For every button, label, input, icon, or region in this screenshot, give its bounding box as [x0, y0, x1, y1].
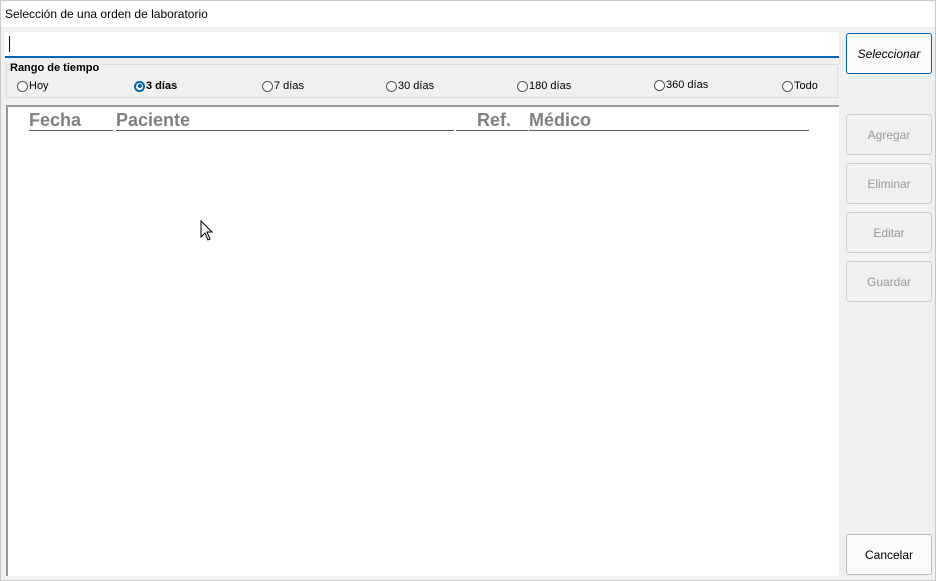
column-header-ref[interactable]: Ref.	[456, 109, 528, 131]
radio-180-dias[interactable]: 180 días	[517, 79, 571, 93]
radio-3-dias[interactable]: 3 días	[134, 79, 177, 93]
radio-label: 360 días	[666, 79, 709, 91]
radio-hoy[interactable]: Hoy	[17, 79, 49, 93]
radio-circle-icon	[517, 80, 528, 92]
radio-label: 7 días	[274, 80, 304, 92]
save-button[interactable]: Guardar	[846, 261, 932, 302]
radio-circle-icon	[782, 80, 793, 92]
select-button[interactable]: Seleccionar	[846, 33, 932, 74]
radio-360-dias[interactable]: 360 días	[654, 78, 708, 92]
radio-30-dias[interactable]: 30 días	[386, 79, 434, 93]
radio-circle-icon	[262, 80, 273, 92]
edit-button[interactable]: Editar	[846, 212, 932, 253]
radio-7-dias[interactable]: 7 días	[262, 79, 304, 93]
column-header-paciente[interactable]: Paciente	[116, 109, 454, 131]
radio-circle-icon	[654, 79, 665, 91]
radio-label: Hoy	[29, 80, 49, 92]
add-button[interactable]: Agregar	[846, 114, 932, 155]
radio-circle-icon	[386, 80, 397, 92]
radio-checked-icon	[134, 80, 145, 92]
radio-circle-icon	[17, 80, 28, 92]
search-input[interactable]	[5, 32, 839, 58]
column-header-medico[interactable]: Médico	[529, 109, 809, 131]
radio-label: 30 días	[398, 80, 435, 92]
time-range-label: Rango de tiempo	[9, 62, 101, 74]
orders-grid[interactable]	[6, 105, 839, 576]
cancel-button[interactable]: Cancelar	[846, 534, 932, 575]
title-bar: Selección de una orden de laboratorio	[1, 1, 935, 27]
column-header-fecha[interactable]: Fecha	[29, 109, 113, 131]
radio-todo[interactable]: Todo	[782, 79, 818, 93]
window-title: Selección de una orden de laboratorio	[5, 7, 208, 21]
mouse-pointer-icon	[200, 220, 214, 241]
text-caret	[9, 36, 10, 52]
delete-button[interactable]: Eliminar	[846, 163, 932, 204]
radio-label: 3 días	[146, 80, 178, 92]
radio-label: 180 días	[529, 80, 572, 92]
radio-label: Todo	[794, 80, 818, 92]
